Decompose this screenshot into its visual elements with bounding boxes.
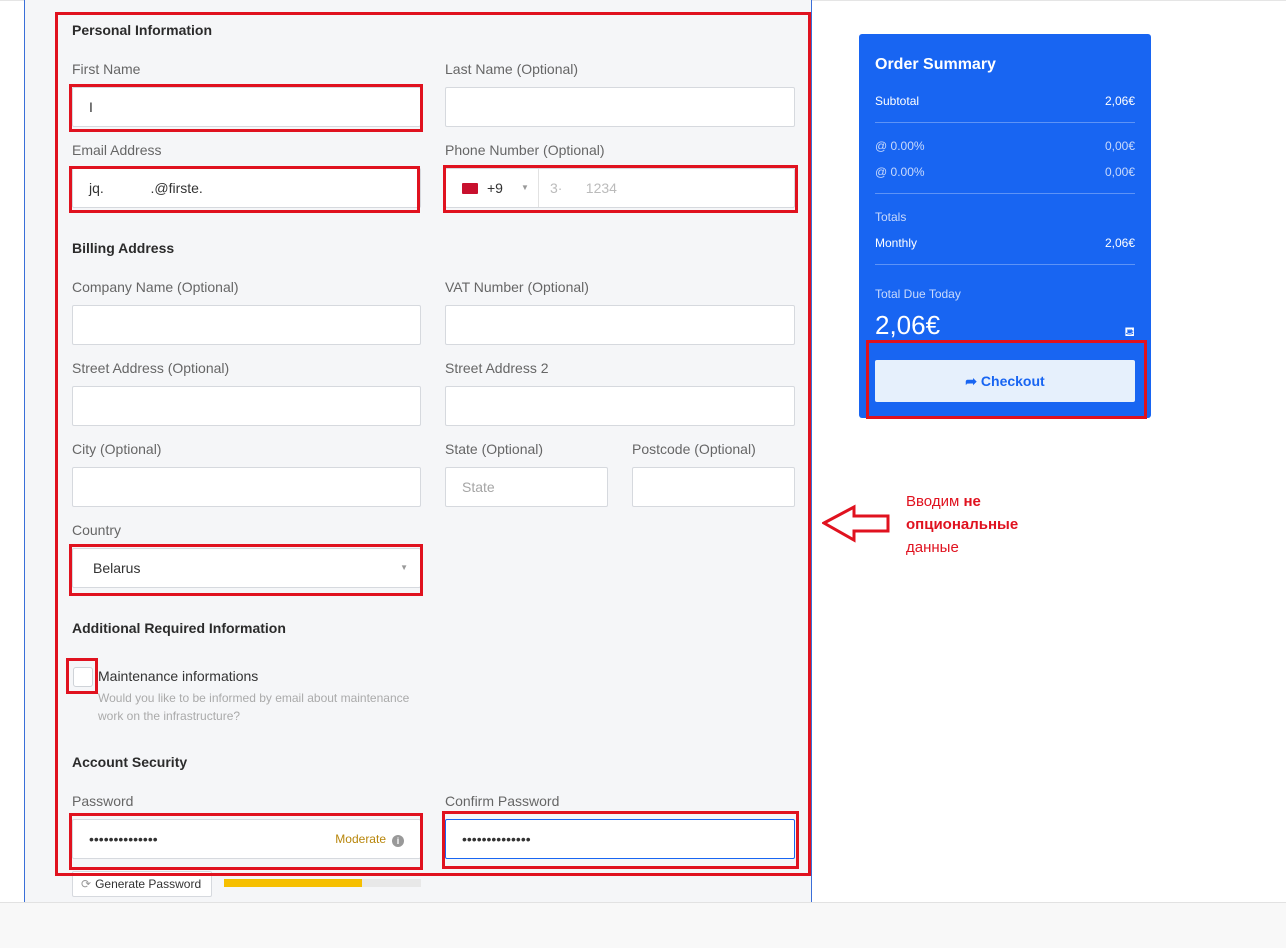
billing-heading: Billing Address xyxy=(72,240,175,256)
password-strength-bar xyxy=(224,879,421,887)
email-input[interactable]: jq. .@firste. xyxy=(72,168,421,208)
maintenance-checkbox[interactable] xyxy=(73,667,93,687)
tax2-row: @ 0.00% 0,00€ xyxy=(875,165,1135,179)
password-label: Password xyxy=(72,793,134,809)
monthly-value: 2,06€ xyxy=(1104,236,1135,250)
city-label: City (Optional) xyxy=(72,441,162,457)
tax1-row: @ 0.00% 0,00€ xyxy=(875,139,1135,153)
street-label: Street Address (Optional) xyxy=(72,360,230,376)
summary-divider xyxy=(875,264,1135,265)
phone-divider xyxy=(538,169,539,207)
tax1-value: 0,00€ xyxy=(1104,139,1135,153)
annotation-line3: данные xyxy=(906,539,959,556)
caret-down-icon[interactable]: ▼ xyxy=(521,169,529,207)
cart-icon[interactable]: ⛾ xyxy=(1124,324,1135,342)
info-icon[interactable]: i xyxy=(392,835,404,847)
country-select[interactable]: Belarus ▼ xyxy=(72,548,421,588)
postcode-input[interactable] xyxy=(632,467,795,507)
password-strength-label: Moderate xyxy=(335,832,386,846)
email-label: Email Address xyxy=(72,142,162,158)
subtotal-row: Subtotal 2,06€ xyxy=(875,94,1135,108)
confirm-password-value: •••••••••••••• xyxy=(462,831,531,847)
maintenance-checkbox-label[interactable]: Maintenance informations xyxy=(98,668,258,684)
subtotal-label: Subtotal xyxy=(875,94,920,108)
flag-icon[interactable] xyxy=(462,183,478,194)
state-input[interactable]: State xyxy=(445,467,608,507)
refresh-icon: ⟳ xyxy=(81,877,92,891)
summary-divider xyxy=(875,193,1135,194)
generate-password-button[interactable]: ⟳ Generate Password xyxy=(72,871,212,897)
first-name-label: First Name xyxy=(72,61,141,77)
checkout-button[interactable]: ➦ Checkout xyxy=(875,360,1135,402)
summary-divider xyxy=(875,122,1135,123)
vat-label: VAT Number (Optional) xyxy=(445,279,589,295)
share-arrow-icon: ➦ xyxy=(965,373,981,389)
last-name-label: Last Name (Optional) xyxy=(445,61,579,77)
annotation-note: Вводим не опциональные данные xyxy=(906,490,1018,559)
personal-info-heading: Personal Information xyxy=(72,22,213,38)
state-label: State (Optional) xyxy=(445,441,544,457)
bottom-bar xyxy=(0,902,1286,948)
annotation-line1-normal: Вводим xyxy=(906,493,964,510)
street2-label: Street Address 2 xyxy=(445,360,549,376)
password-strength-fill xyxy=(224,879,362,887)
subtotal-value: 2,06€ xyxy=(1104,94,1135,108)
phone-number-placeholder: 3· 1234 xyxy=(550,180,617,196)
phone-label: Phone Number (Optional) xyxy=(445,142,605,158)
security-heading: Account Security xyxy=(72,754,188,770)
postcode-label: Postcode (Optional) xyxy=(632,441,756,457)
checkout-label: Checkout xyxy=(980,373,1045,389)
annotation-line1-bold: не xyxy=(963,493,981,510)
phone-country-code[interactable]: +9 xyxy=(487,169,503,207)
password-input[interactable]: •••••••••••••• Moderate i xyxy=(72,819,421,859)
country-value: Belarus xyxy=(93,560,141,576)
left-arrow-icon xyxy=(822,504,890,543)
monthly-row: Monthly 2,06€ xyxy=(875,236,1135,250)
order-summary-title: Order Summary xyxy=(875,56,996,73)
street-input[interactable] xyxy=(72,386,421,426)
tax1-label: @ 0.00% xyxy=(875,139,925,153)
password-strength-indicator: Moderate i xyxy=(335,820,404,858)
annotation-line2-bold: опциональные xyxy=(906,516,1019,533)
first-name-input[interactable]: I xyxy=(72,87,421,127)
total-due-label: Total Due Today xyxy=(875,287,961,301)
vat-input[interactable] xyxy=(445,305,795,345)
password-value: •••••••••••••• xyxy=(89,831,158,847)
country-label: Country xyxy=(72,522,122,538)
maintenance-description: Would you like to be informed by email a… xyxy=(98,691,410,723)
last-name-input[interactable] xyxy=(445,87,795,127)
company-label: Company Name (Optional) xyxy=(72,279,239,295)
order-summary-panel: Order Summary Subtotal 2,06€ @ 0.00% 0,00€… xyxy=(859,34,1151,418)
phone-input[interactable]: +9 ▼ 3· 1234 xyxy=(445,168,795,208)
tax2-label: @ 0.00% xyxy=(875,165,925,179)
total-due-value: 2,06€ xyxy=(875,310,941,340)
confirm-password-label: Confirm Password xyxy=(445,793,560,809)
monthly-label: Monthly xyxy=(875,236,918,250)
company-input[interactable] xyxy=(72,305,421,345)
totals-label: Totals xyxy=(875,210,907,224)
additional-heading: Additional Required Information xyxy=(72,620,286,636)
street2-input[interactable] xyxy=(445,386,795,426)
tax2-value: 0,00€ xyxy=(1104,165,1135,179)
confirm-password-input[interactable]: •••••••••••••• xyxy=(445,819,795,859)
city-input[interactable] xyxy=(72,467,421,507)
caret-down-icon[interactable]: ▼ xyxy=(400,549,408,587)
generate-password-label: Generate Password xyxy=(95,877,202,891)
